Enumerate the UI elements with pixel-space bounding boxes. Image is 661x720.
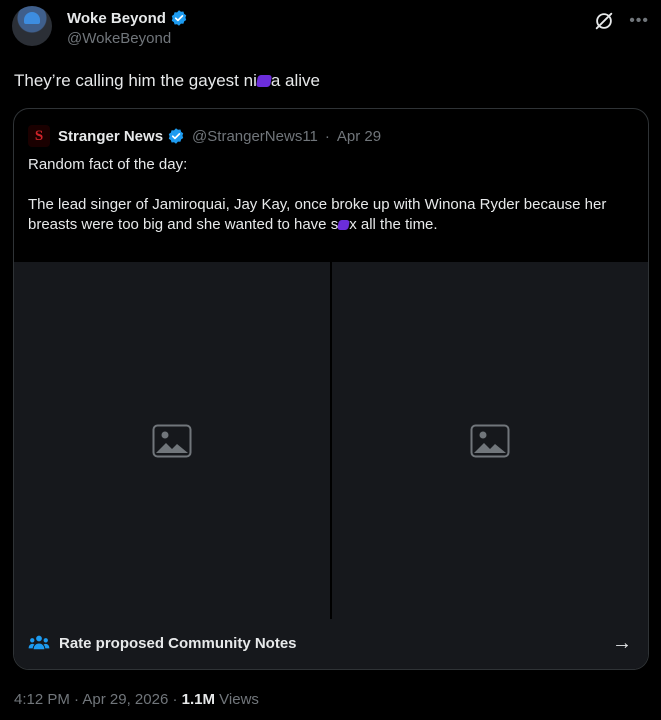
community-notes-bar[interactable]: Rate proposed Community Notes → xyxy=(14,619,648,669)
quoted-author-avatar: S xyxy=(28,125,50,147)
post-footer: 4:12 PM · Apr 29, 2026 · 1.1M Views xyxy=(14,691,259,708)
image-placeholder xyxy=(470,424,510,458)
more-options-icon[interactable]: ••• xyxy=(629,13,649,29)
quoted-separator: · xyxy=(324,127,330,145)
author-display-name[interactable]: Woke Beyond xyxy=(67,10,166,27)
post-text: They’re calling him the gayest ni a alive xyxy=(14,71,320,91)
post-time[interactable]: 4:12 PM xyxy=(14,691,70,708)
image-icon xyxy=(470,424,510,458)
image-icon xyxy=(152,424,192,458)
views-label: Views xyxy=(219,691,259,708)
post-header: Woke Beyond @WokeBeyond ••• xyxy=(12,6,649,54)
community-notes-label: Rate proposed Community Notes xyxy=(59,635,297,652)
quoted-line-1: Random fact of the day: xyxy=(28,156,188,173)
arrow-right-icon: → xyxy=(612,632,632,654)
verified-badge-icon xyxy=(168,128,184,144)
quoted-line-2-before: The lead singer of Jamiroquai, Jay Kay, … xyxy=(28,196,607,233)
media-image-right[interactable] xyxy=(332,262,648,620)
footer-separator: · xyxy=(74,691,80,708)
views-count: 1.1M xyxy=(181,691,215,708)
quoted-post-header: S Stranger News @StrangerNews11 · Apr 29 xyxy=(28,125,382,147)
author-names: Woke Beyond @WokeBeyond xyxy=(67,8,188,47)
post-text-before: They’re calling him the gayest ni xyxy=(14,71,257,90)
people-icon xyxy=(28,635,50,650)
image-placeholder xyxy=(152,424,192,458)
verified-badge-icon xyxy=(171,10,187,26)
redaction-mark xyxy=(255,75,272,87)
quoted-date: Apr 29 xyxy=(336,127,382,145)
author-handle[interactable]: @WokeBeyond xyxy=(67,30,188,47)
post-date[interactable]: Apr 29, 2026 xyxy=(82,691,168,708)
author-avatar[interactable] xyxy=(12,6,52,46)
post-text-after: a alive xyxy=(270,71,320,90)
header-actions: ••• xyxy=(593,10,649,32)
quoted-body: Random fact of the day: The lead singer … xyxy=(28,155,634,235)
quoted-post[interactable]: S Stranger News @StrangerNews11 · Apr 29… xyxy=(13,108,649,670)
quoted-line-2-after: x all the time. xyxy=(349,216,438,233)
grok-icon[interactable] xyxy=(593,10,615,32)
media-grid xyxy=(14,262,648,620)
media-image-left[interactable] xyxy=(14,262,330,620)
quoted-display-name: Stranger News xyxy=(58,127,164,145)
display-name-row: Woke Beyond xyxy=(67,8,188,28)
quoted-handle: @StrangerNews11 xyxy=(192,127,318,145)
footer-separator: · xyxy=(172,691,178,708)
quoted-line-2: The lead singer of Jamiroquai, Jay Kay, … xyxy=(28,195,634,235)
